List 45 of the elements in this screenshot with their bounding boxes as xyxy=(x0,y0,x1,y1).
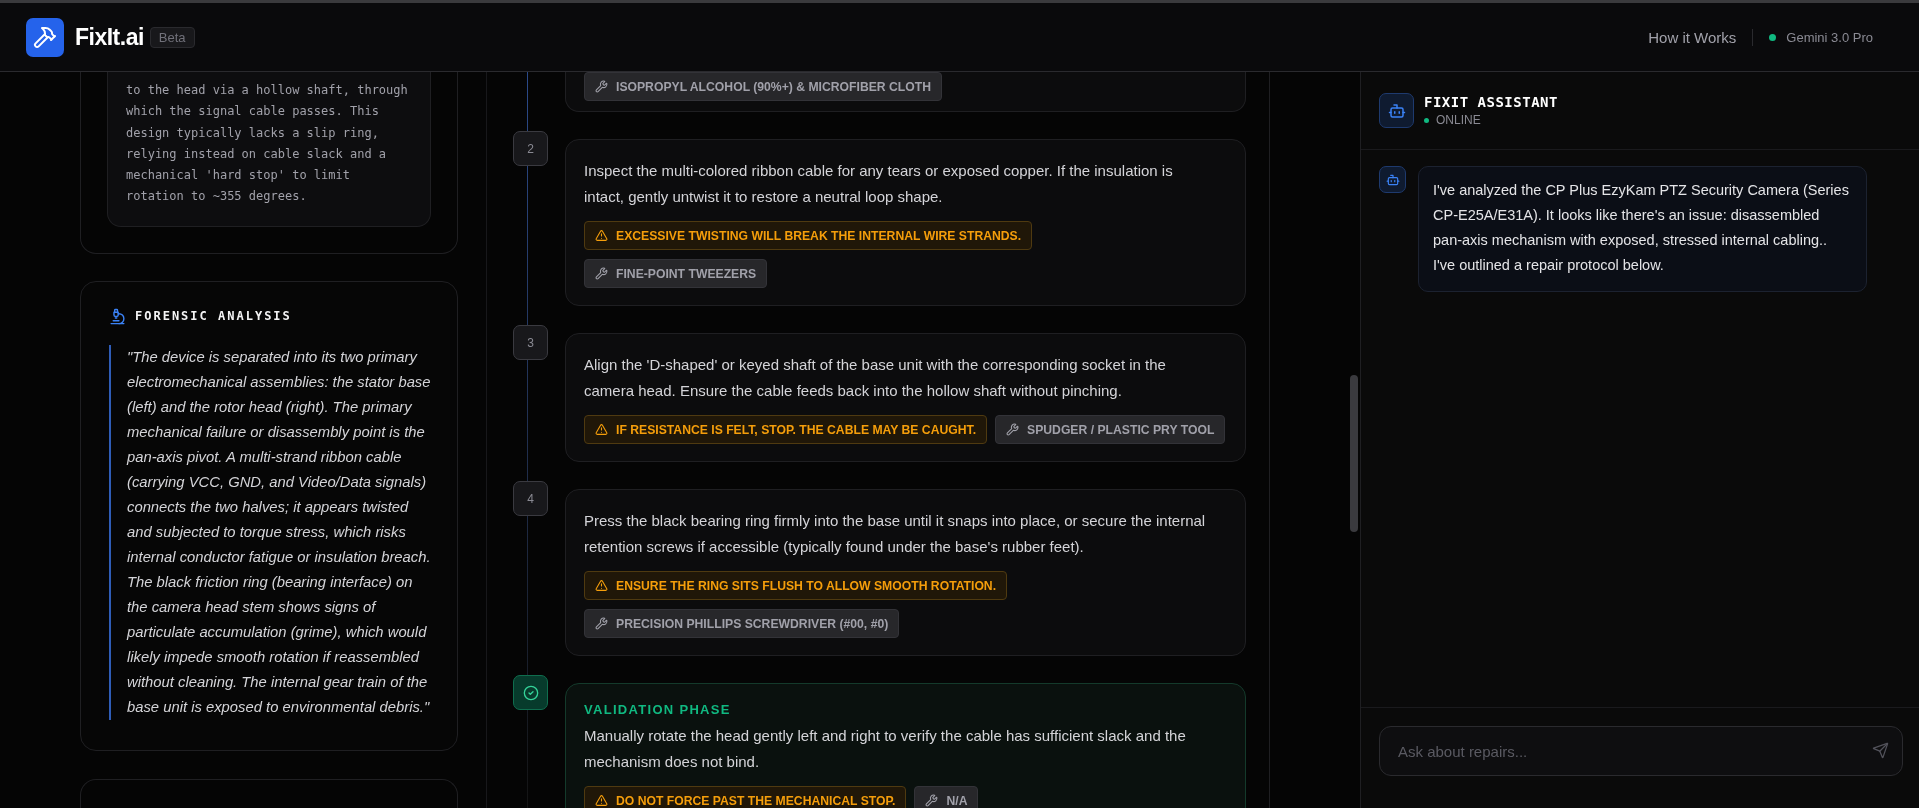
warning-icon xyxy=(595,579,608,592)
hammer-icon xyxy=(26,17,64,57)
step-number: 3 xyxy=(513,325,548,360)
warning-icon xyxy=(595,423,608,436)
warning-tag: ENSURE THE RING SITS FLUSH TO ALLOW SMOOTH ROTATION. xyxy=(584,571,1008,600)
tool-tag: SPUDGER / PLASTIC PRY TOOL xyxy=(995,415,1226,444)
wrench-icon xyxy=(595,80,608,93)
step-instruction: Inspect the multi-colored ribbon cable for any tears or exposed copper. If the insulation is intact, gently untwist it to restore a neutral loop shape. xyxy=(584,161,1174,207)
analysis-quote: "The device is separated into its two primary electromechanical assemblies: the stator base (left) and the rotor head (right). The primary mechanical failure or disassembly point is the pan-axis pivot. A multi-strand ribbon cable (carrying VCC, GND, and Video/Data signals) connects the two halves; it appears twisted and subjected to torque stress, which risks internal conductor fatigue or insulation breach. The black friction ring (bearing interface) on the camera head stem shows signs of particulate accumulation (grime), which would likely impede smooth rotation if reassembled without cleaning. The internal gear train of the base unit is exposed to environmental debris." xyxy=(109,344,431,720)
step-instruction: Align the 'D-shaped' or keyed shaft of the base unit with the corresponding socket in the camera head. Ensure the cable feeds back into the hollow shaft without pinching. xyxy=(584,355,1167,401)
validation-title: VALIDATION PHASE xyxy=(584,702,732,717)
bot-icon xyxy=(1379,166,1406,193)
warning-tag: EXCESSIVE TWISTING WILL BREAK THE INTERNAL WIRE STRANDS. xyxy=(584,221,1033,250)
wrench-icon xyxy=(925,794,939,807)
step-number: 2 xyxy=(513,131,548,166)
tool-tag: FINE-POINT TWEEZERS xyxy=(584,259,768,288)
wrench-icon xyxy=(595,617,608,630)
warning-tag: DO NOT FORCE PAST THE MECHANICAL STOP. xyxy=(584,786,907,808)
step-instruction: Press the black bearing ring firmly into the base until it snaps into place, or secure the internal retention screws if accessible (typically found under the base's rubber feet). xyxy=(584,511,1206,557)
tool-tag: PRECISION PHILLIPS SCREWDRIVER (#00, #0) xyxy=(584,609,900,638)
warning-icon xyxy=(595,229,608,242)
model-label: Gemini 3.0 Pro xyxy=(1786,29,1873,45)
wrench-icon xyxy=(1006,423,1020,436)
warning-icon xyxy=(595,794,608,807)
tool-tag: N/A xyxy=(914,786,979,808)
warning-tag: IF RESISTANCE IS FELT, STOP. THE CABLE MAY BE CAUGHT. xyxy=(584,415,988,444)
microscope-icon xyxy=(109,307,126,325)
status-dot xyxy=(1769,33,1777,41)
step-number: 4 xyxy=(513,481,548,516)
section-title: FORENSIC ANALYSIS xyxy=(135,309,292,324)
nav-link[interactable]: How it Works xyxy=(1648,28,1754,46)
beta-badge: Beta xyxy=(149,26,195,48)
spec-text: to the head via a hollow shaft, through which the signal cable passes. This design typically lacks a slip ring, relying instead on cable slack and a mechanical 'hard stop' to limit rotation to ~355 degrees. xyxy=(126,82,409,206)
wrench-icon xyxy=(595,267,608,280)
tool-tag: ISOPROPYL ALCOHOL (90%+) & MICROFIBER CLOTH xyxy=(584,72,942,101)
status-dot xyxy=(1424,117,1429,123)
chat-input[interactable]: Ask about repairs... xyxy=(1379,726,1903,776)
scrollbar-thumb[interactable] xyxy=(1350,375,1358,532)
brand-name: FixIt.ai xyxy=(75,23,144,51)
chat-message: I've analyzed the CP Plus EzyKam PTZ Security Camera (Series CP-E25A/E31A). It looks like there's an issue: disassembled pan-axis mechanism with exposed, stressed internal cabling.. I've outlined a repair protocol below. xyxy=(1418,166,1867,292)
assistant-status: ONLINE xyxy=(1436,113,1481,127)
send-button[interactable] xyxy=(1872,742,1889,759)
assistant-title: FIXIT ASSISTANT xyxy=(1424,94,1558,110)
step-instruction: Manually rotate the head gently left and right to verify the cable has sufficient slack and the mechanism does not bind. xyxy=(584,726,1187,772)
bot-icon xyxy=(1379,93,1414,128)
